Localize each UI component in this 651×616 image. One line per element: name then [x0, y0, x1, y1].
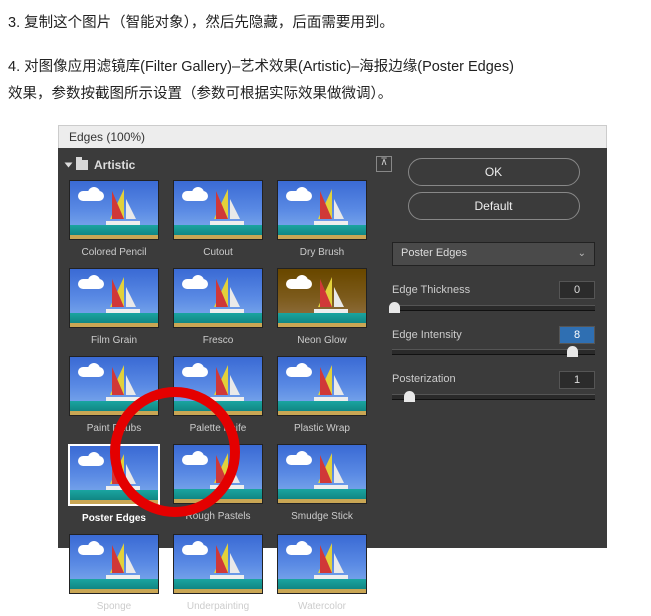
window-title: Edges (100%) [58, 125, 607, 148]
thumb-plastic-wrap[interactable]: Plastic Wrap [274, 356, 370, 438]
thumb-label: Colored Pencil [81, 243, 146, 262]
category-artistic[interactable]: Artistic [66, 154, 370, 177]
thumb-label: Watercolor [298, 597, 346, 616]
param-edge-thickness-value[interactable]: 0 [559, 281, 595, 299]
thumb-neon-glow[interactable]: Neon Glow [274, 268, 370, 350]
thumb-label: Sponge [97, 597, 131, 616]
thumb-smudge-stick[interactable]: Smudge Stick [274, 444, 370, 528]
thumb-paint-daubs[interactable]: Paint Daubs [66, 356, 162, 438]
collapse-panel-icon[interactable]: ⊼ [376, 156, 392, 172]
thumb-label: Poster Edges [82, 509, 146, 528]
thumb-colored-pencil[interactable]: Colored Pencil [66, 180, 162, 262]
thumb-label: Palette Knife [190, 419, 247, 438]
thumb-fresco[interactable]: Fresco [170, 268, 266, 350]
thumb-underpainting[interactable]: Underpainting [170, 534, 266, 616]
filter-options-panel: ⊼ OK Default Poster Edges ⌄ Edge Thickne… [378, 148, 607, 548]
step-4-text: 4. 对图像应用滤镜库(Filter Gallery)–艺术效果(Artisti… [8, 54, 643, 109]
step-4-line1: 4. 对图像应用滤镜库(Filter Gallery)–艺术效果(Artisti… [8, 59, 514, 75]
chevron-down-icon: ⌄ [578, 244, 586, 263]
disclosure-triangle-icon [65, 163, 73, 168]
thumb-label: Dry Brush [300, 243, 344, 262]
ok-button[interactable]: OK [408, 158, 580, 186]
param-edge-thickness-label: Edge Thickness [392, 280, 470, 301]
param-posterization-value[interactable]: 1 [559, 371, 595, 389]
param-edge-intensity-value[interactable]: 8 [559, 326, 595, 344]
thumb-label: Film Grain [91, 331, 137, 350]
param-edge-intensity-label: Edge Intensity [392, 325, 462, 346]
thumb-label: Smudge Stick [291, 507, 353, 526]
filter-select-value: Poster Edges [401, 243, 467, 264]
filter-thumbnails-panel: Artistic Colored Pencil Cutout Dry Brush… [58, 148, 378, 548]
thumb-poster-edges[interactable]: Poster Edges [66, 444, 162, 528]
thumb-dry-brush[interactable]: Dry Brush [274, 180, 370, 262]
param-posterization-slider[interactable] [392, 394, 595, 400]
thumb-label: Plastic Wrap [294, 419, 350, 438]
step-4-line2: 效果，参数按截图所示设置（参数可根据实际效果做微调）。 [8, 86, 392, 102]
thumb-label: Cutout [203, 243, 232, 262]
slider-knob-icon[interactable] [567, 346, 578, 357]
step-3-text: 3. 复制这个图片（智能对象），然后先隐藏，后面需要用到。 [8, 10, 643, 38]
filter-gallery-window: Edges (100%) Artistic Colored Pencil Cut… [58, 125, 607, 548]
thumb-label: Rough Pastels [185, 507, 250, 526]
folder-icon [76, 160, 88, 170]
param-posterization-label: Posterization [392, 369, 456, 390]
thumb-film-grain[interactable]: Film Grain [66, 268, 162, 350]
thumb-rough-pastels[interactable]: Rough Pastels [170, 444, 266, 528]
thumb-label: Paint Daubs [87, 419, 141, 438]
filter-select[interactable]: Poster Edges ⌄ [392, 242, 595, 266]
thumb-label: Fresco [203, 331, 234, 350]
param-edge-thickness-slider[interactable] [392, 305, 595, 311]
slider-knob-icon[interactable] [389, 302, 400, 313]
thumb-palette-knife[interactable]: Palette Knife [170, 356, 266, 438]
param-edge-intensity-slider[interactable] [392, 349, 595, 355]
slider-knob-icon[interactable] [404, 391, 415, 402]
category-label: Artistic [94, 154, 135, 177]
thumb-watercolor[interactable]: Watercolor [274, 534, 370, 616]
default-button[interactable]: Default [408, 192, 580, 220]
thumb-sponge[interactable]: Sponge [66, 534, 162, 616]
thumb-label: Underpainting [187, 597, 249, 616]
thumb-cutout[interactable]: Cutout [170, 180, 266, 262]
thumb-label: Neon Glow [297, 331, 346, 350]
